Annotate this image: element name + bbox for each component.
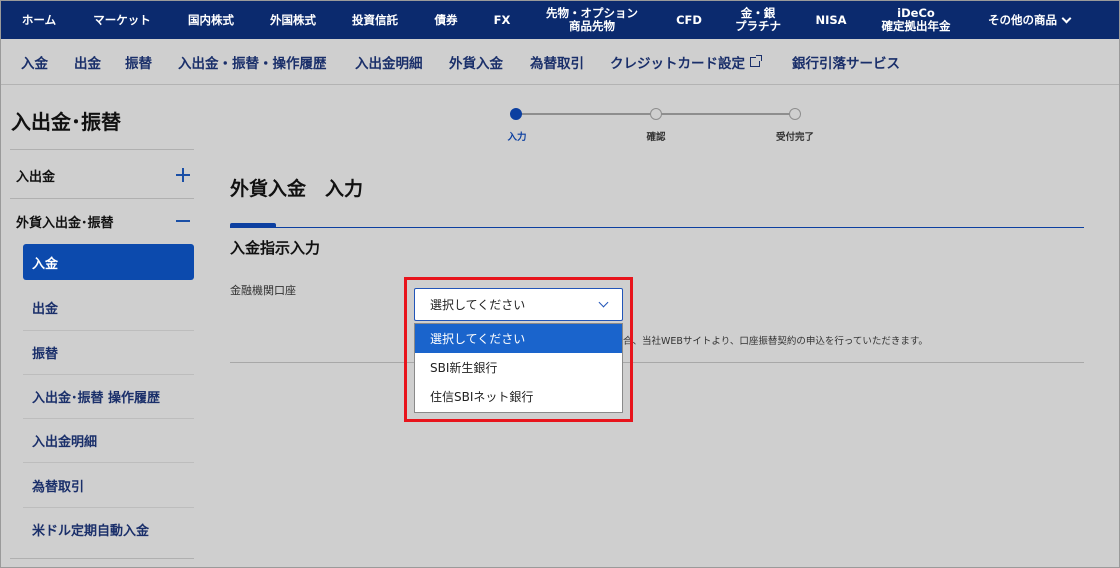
section-divider [230, 362, 1084, 363]
sidebar-item-transfer[interactable]: 振替 [23, 334, 194, 370]
sidebar-item-history[interactable]: 入出金･振替 操作履歴 [23, 378, 194, 414]
topnav-label: ホーム [21, 12, 57, 27]
section-title: 入金指示入力 [230, 239, 321, 257]
topnav-label: プラチナ [735, 19, 781, 33]
topnav-domestic-stocks[interactable]: 国内株式 [179, 1, 243, 39]
sidebar-group-fx[interactable]: 外貨入出金･振替 [16, 209, 190, 233]
sidebar-divider [10, 149, 194, 150]
tab-underline [230, 227, 1084, 228]
topnav-futures-options[interactable]: 先物・オプション 商品先物 [536, 1, 648, 39]
topnav-label: CFD [676, 12, 702, 27]
tab-active-indicator [230, 223, 276, 227]
main-title: 外貨入金 入力 [230, 178, 364, 200]
topnav-label: マーケット [93, 12, 151, 27]
topnav-ideco[interactable]: iDeCo 確定拠出年金 [869, 1, 963, 39]
topnav-cfd[interactable]: CFD [669, 1, 709, 39]
subnav-statement[interactable]: 入出金明細 [355, 39, 423, 85]
topnav-investment-trusts[interactable]: 投資信託 [343, 1, 407, 39]
subnav-fx-deposit[interactable]: 外貨入金 [449, 39, 503, 85]
topnav-label: 確定拠出年金 [881, 19, 951, 33]
minus-icon [176, 214, 190, 228]
topnav-gold-silver[interactable]: 金・銀 プラチナ [729, 1, 787, 39]
topnav-nisa[interactable]: NISA [809, 1, 853, 39]
page-title: 入出金･振替 [11, 110, 121, 134]
external-link-icon [750, 55, 762, 67]
subnav-transfer[interactable]: 振替 [125, 39, 152, 85]
step-dot-input [510, 108, 522, 120]
sidebar-separator [23, 462, 194, 463]
step-connector [516, 113, 656, 115]
sidebar-item-statement[interactable]: 入出金明細 [23, 422, 194, 458]
top-nav: ホーム マーケット 国内株式 外国株式 投資信託 債券 FX 先物・オプション商… [1, 1, 1119, 39]
step-label-input: 入力 [507, 132, 527, 143]
sidebar-separator [23, 507, 194, 508]
topnav-label: その他の商品 [988, 12, 1057, 27]
sidebar-separator [23, 418, 194, 419]
sidebar-group-label: 外貨入出金･振替 [16, 215, 114, 231]
topnav-foreign-stocks[interactable]: 外国株式 [261, 1, 325, 39]
step-label-complete: 受付完了 [775, 132, 814, 143]
topnav-label: 投資信託 [352, 12, 398, 27]
subnav-credit-card[interactable]: クレジットカード設定 [610, 39, 762, 85]
chevron-down-icon [1061, 13, 1072, 23]
topnav-label: 債券 [434, 12, 458, 27]
topnav-label: NISA [815, 12, 847, 27]
step-dot-confirm [650, 108, 662, 120]
subnav-history[interactable]: 入出金・振替・操作履歴 [178, 39, 327, 85]
topnav-other-products[interactable]: その他の商品 [977, 1, 1081, 39]
topnav-label: FX [493, 12, 511, 27]
topnav-home[interactable]: ホーム [11, 1, 67, 39]
topnav-market[interactable]: マーケット [83, 1, 161, 39]
topnav-label: 外国株式 [270, 12, 316, 27]
sidebar-group-deposit-withdrawal[interactable]: 入出金 [16, 163, 190, 187]
subnav-deposit[interactable]: 入金 [21, 39, 48, 85]
step-dot-complete [789, 108, 801, 120]
step-label-confirm: 確認 [646, 132, 666, 143]
subnav-withdrawal[interactable]: 出金 [74, 39, 101, 85]
subnav-credit-card-label: クレジットカード設定 [610, 56, 745, 72]
sidebar-item-deposit[interactable]: 入金 [23, 244, 194, 280]
sidebar-group-label: 入出金 [16, 169, 56, 185]
field-label-bank-account: 金融機関口座 [230, 284, 296, 297]
sidebar-item-usd-auto-deposit[interactable]: 米ドル定期自動入金 [23, 511, 194, 547]
sidebar-divider [10, 198, 194, 199]
sidebar-separator [23, 374, 194, 375]
sub-nav: 入金 出金 振替 入出金・振替・操作履歴 入出金明細 外貨入金 為替取引 クレジ… [1, 39, 1119, 85]
step-connector [656, 113, 796, 115]
note-text: 合、当社WEBサイトより、口座振替契約の申込を行っていただきます。 [623, 336, 928, 347]
topnav-label: 商品先物 [569, 19, 615, 33]
sidebar-item-withdrawal[interactable]: 出金 [23, 289, 194, 325]
sidebar-separator [23, 330, 194, 331]
subnav-bank-debit[interactable]: 銀行引落サービス [792, 39, 900, 85]
topnav-fx[interactable]: FX [487, 1, 517, 39]
highlight-box [404, 277, 633, 422]
topnav-label: 国内株式 [188, 12, 234, 27]
sidebar-divider [10, 558, 194, 559]
plus-icon [176, 168, 190, 182]
topnav-bonds[interactable]: 債券 [426, 1, 466, 39]
sidebar-item-fx-trading[interactable]: 為替取引 [23, 467, 194, 503]
subnav-fx-trading[interactable]: 為替取引 [530, 39, 584, 85]
